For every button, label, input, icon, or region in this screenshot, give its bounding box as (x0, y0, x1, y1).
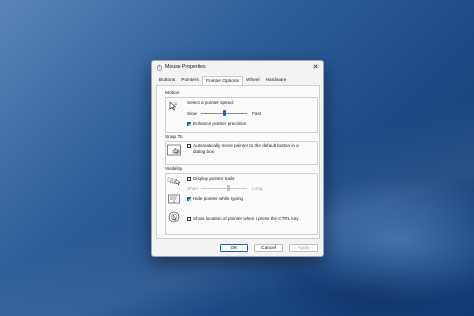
snap-to-checkbox[interactable] (187, 144, 191, 148)
slow-label: Slow (187, 111, 197, 116)
tab-strip: Buttons Pointers Pointer Options Wheel H… (156, 76, 290, 86)
snap-to-label-line2: dialog box (193, 149, 214, 154)
hide-pointer-checkbox[interactable] (187, 197, 191, 201)
cancel-button[interactable]: Cancel (254, 244, 283, 252)
speed-label: Select a pointer speed: (187, 100, 234, 105)
trail-length-slider[interactable] (201, 188, 247, 189)
visibility-group (165, 173, 318, 235)
pointer-options-panel: Motion Select a pointer speed: Slow Fast… (156, 85, 320, 239)
snap-to-icon (167, 144, 181, 156)
snap-to-label-line1: Automatically move pointer to the defaul… (193, 143, 299, 148)
pointer-trails-checkbox[interactable] (187, 177, 191, 181)
apply-button[interactable]: Apply (289, 244, 318, 252)
mouse-properties-window: Mouse Properties ✕ Buttons Pointers Poin… (151, 60, 324, 257)
enhance-precision-label: Enhance pointer precision (193, 121, 247, 126)
pointer-trails-label: Display pointer trails (193, 176, 235, 181)
hide-pointer-label: Hide pointer while typing (193, 196, 244, 201)
fast-label: Fast (252, 111, 261, 116)
show-location-icon (168, 211, 180, 223)
snap-to-heading: Snap To (165, 135, 183, 140)
title-bar[interactable]: Mouse Properties ✕ (152, 61, 323, 74)
enhance-precision-checkbox[interactable] (187, 122, 191, 126)
long-label: Long (252, 186, 263, 191)
hide-pointer-icon (168, 194, 180, 204)
motion-heading: Motion (165, 91, 180, 96)
pointer-speed-icon (169, 101, 177, 111)
trail-length-thumb[interactable] (227, 185, 230, 191)
pointer-speed-thumb[interactable] (222, 110, 226, 116)
mouse-icon (157, 64, 162, 71)
show-location-label: Show location of pointer when I press th… (193, 216, 299, 221)
short-label: Short (187, 186, 198, 191)
window-title: Mouse Properties (165, 64, 206, 70)
pointer-trails-icon (167, 176, 181, 186)
show-location-checkbox[interactable] (187, 217, 191, 221)
desktop: { "window": { "title": "Mouse Properties… (0, 0, 474, 316)
close-button[interactable]: ✕ (311, 63, 320, 72)
visibility-heading: Visibility (165, 167, 183, 172)
ok-button[interactable]: OK (220, 244, 248, 252)
